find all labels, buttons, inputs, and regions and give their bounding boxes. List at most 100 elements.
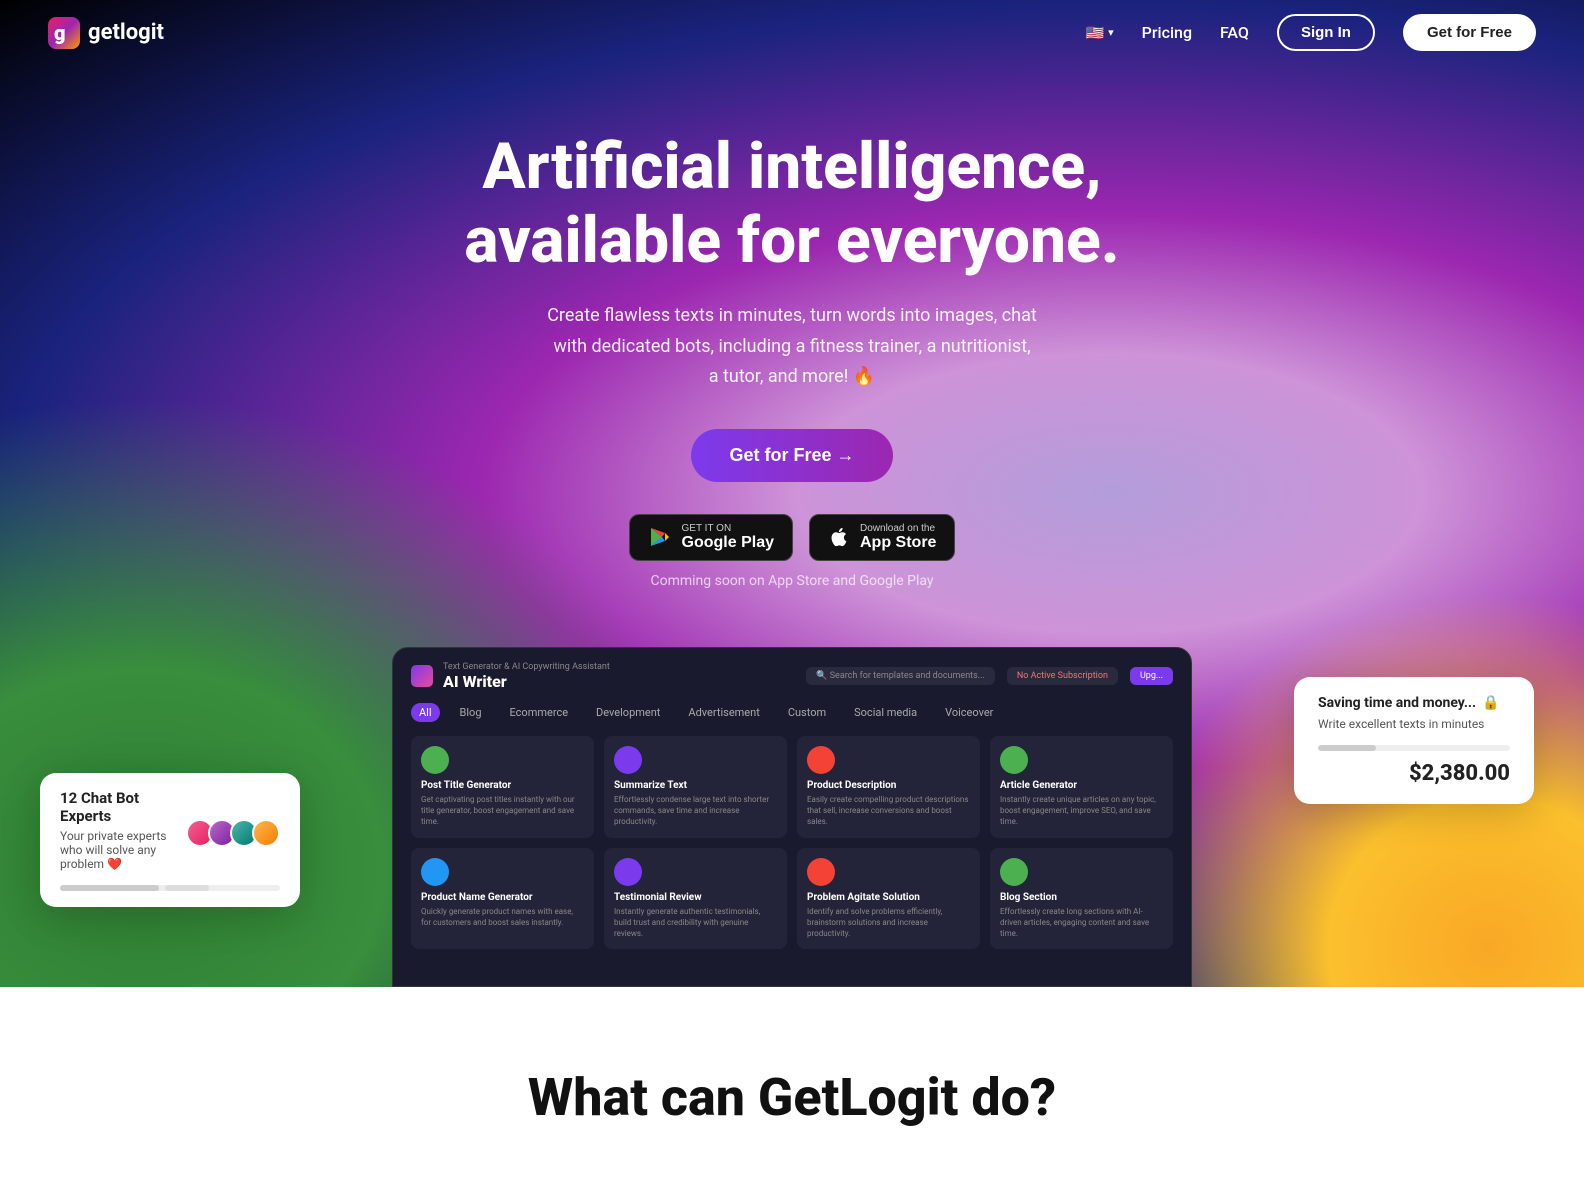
- app-screenshot-inner: Text Generator & AI Copywriting Assistan…: [393, 648, 1191, 963]
- card-icon-blog-section: [1000, 858, 1028, 886]
- google-play-sub: GET IT ON: [682, 523, 774, 534]
- floating-left-title: 12 Chat Bot Experts: [60, 789, 186, 825]
- floating-card-savings: Saving time and money... 🔒 Write excelle…: [1294, 677, 1534, 804]
- card-title-testimonial: Testimonial Review: [614, 892, 777, 903]
- app-store-button[interactable]: Download on the App Store: [809, 514, 955, 561]
- tab-blog[interactable]: Blog: [452, 703, 490, 722]
- card-testimonial[interactable]: Testimonial Review Instantly generate au…: [604, 848, 787, 950]
- card-desc-summarize: Effortlessly condense large text into sh…: [614, 794, 777, 828]
- tab-voiceover[interactable]: Voiceover: [937, 703, 1001, 722]
- floating-left-subtitle: Your private experts who will solve any …: [60, 829, 186, 871]
- card-title-product-name: Product Name Generator: [421, 892, 584, 903]
- floating-progress2-bar2: [165, 885, 209, 891]
- flag-emoji: 🇺🇸: [1085, 24, 1104, 42]
- floating-card-subtitle: Write excellent texts in minutes: [1318, 717, 1510, 731]
- card-icon-problem: [807, 858, 835, 886]
- logo-text: getlogit: [88, 20, 164, 45]
- card-desc-testimonial: Instantly generate authentic testimonial…: [614, 906, 777, 940]
- store-buttons: GET IT ON Google Play Download on the Ap…: [464, 514, 1119, 561]
- getfree-button[interactable]: Get for Free: [1403, 14, 1536, 51]
- what-section: What can GetLogit do?: [0, 987, 1584, 1188]
- app-logo-small: [411, 665, 433, 687]
- tab-advertisement[interactable]: Advertisement: [680, 703, 767, 722]
- subscription-badge: No Active Subscription: [1007, 667, 1118, 685]
- card-article[interactable]: Article Generator Instantly create uniqu…: [990, 736, 1173, 838]
- apple-icon: [828, 526, 850, 548]
- card-product-desc[interactable]: Product Description Easily create compel…: [797, 736, 980, 838]
- floating-card-title: Saving time and money... 🔒: [1318, 695, 1510, 711]
- card-icon-post-title: [421, 746, 449, 774]
- card-post-title[interactable]: Post Title Generator Get captivating pos…: [411, 736, 594, 838]
- card-blog-section[interactable]: Blog Section Effortlessly create long se…: [990, 848, 1173, 950]
- lock-icon: 🔒: [1482, 695, 1499, 711]
- hero-content: Artificial intelligence, available for e…: [464, 130, 1119, 589]
- hero-subtitle: Create flawless texts in minutes, turn w…: [464, 301, 1119, 393]
- card-desc-article: Instantly create unique articles on any …: [1000, 794, 1163, 828]
- tab-social[interactable]: Social media: [846, 703, 925, 722]
- logo-link[interactable]: g getlogit: [48, 17, 164, 49]
- google-play-name: Google Play: [682, 534, 774, 552]
- tab-ecommerce[interactable]: Ecommerce: [502, 703, 577, 722]
- card-icon-article: [1000, 746, 1028, 774]
- hero-title-line2: available for everyone.: [464, 203, 1119, 278]
- pricing-link[interactable]: Pricing: [1142, 23, 1192, 42]
- app-screenshot: Text Generator & AI Copywriting Assistan…: [392, 647, 1192, 987]
- app-sub-label: Text Generator & AI Copywriting Assistan…: [443, 662, 610, 672]
- app-store-sub: Download on the: [860, 523, 936, 534]
- card-desc-product-name: Quickly generate product names with ease…: [421, 906, 584, 928]
- search-bar[interactable]: 🔍 Search for templates and documents...: [806, 667, 995, 685]
- card-title-problem: Problem Agitate Solution: [807, 892, 970, 903]
- google-play-text: GET IT ON Google Play: [682, 523, 774, 552]
- app-tabs: All Blog Ecommerce Development Advertise…: [411, 703, 1173, 722]
- floating-progress2: [60, 885, 280, 891]
- card-title-post-title: Post Title Generator: [421, 780, 584, 791]
- floating-price: $2,380.00: [1318, 761, 1510, 786]
- card-title-product-desc: Product Description: [807, 780, 970, 791]
- what-title: What can GetLogit do?: [48, 1067, 1536, 1128]
- logo-icon: g: [48, 17, 80, 49]
- card-product-name[interactable]: Product Name Generator Quickly generate …: [411, 848, 594, 950]
- tab-custom[interactable]: Custom: [780, 703, 834, 722]
- upgrade-btn[interactable]: Upg...: [1130, 667, 1173, 685]
- app-store-text: Download on the App Store: [860, 523, 936, 552]
- card-problem[interactable]: Problem Agitate Solution Identify and so…: [797, 848, 980, 950]
- card-desc-problem: Identify and solve problems efficiently,…: [807, 906, 970, 940]
- card-icon-product-name: [421, 858, 449, 886]
- floating-title-text: Saving time and money...: [1318, 695, 1476, 711]
- nav-right: 🇺🇸 ▾ Pricing FAQ Sign In Get for Free: [1085, 14, 1536, 51]
- google-play-button[interactable]: GET IT ON Google Play: [629, 514, 793, 561]
- floating-progress2-bar1: [60, 885, 159, 891]
- floating-card-chatbots: 12 Chat Bot Experts Your private experts…: [40, 773, 300, 907]
- google-play-icon: [648, 525, 672, 549]
- floating-progress-bar: [1318, 745, 1376, 751]
- card-desc-post-title: Get captivating post titles instantly wi…: [421, 794, 584, 828]
- faq-link[interactable]: FAQ: [1220, 23, 1249, 42]
- hero-cta-button[interactable]: Get for Free →: [691, 429, 892, 482]
- coming-soon-text: Comming soon on App Store and Google Pla…: [464, 573, 1119, 589]
- card-title-article: Article Generator: [1000, 780, 1163, 791]
- avatar-4: [252, 819, 280, 847]
- card-title-summarize: Summarize Text: [614, 780, 777, 791]
- floating-progress-bar-container: [1318, 745, 1510, 751]
- hero-title-line1: Artificial intelligence,: [482, 129, 1101, 204]
- tab-development[interactable]: Development: [588, 703, 668, 722]
- card-icon-product-desc: [807, 746, 835, 774]
- chevron-down-icon: ▾: [1108, 26, 1114, 39]
- hero-subtitle-end: a tutor, and more! 🔥: [709, 366, 875, 387]
- card-summarize[interactable]: Summarize Text Effortlessly condense lar…: [604, 736, 787, 838]
- language-selector[interactable]: 🇺🇸 ▾: [1085, 24, 1113, 42]
- card-desc-product-desc: Easily create compelling product descrip…: [807, 794, 970, 828]
- hero-screenshot-area: Saving time and money... 🔒 Write excelle…: [0, 637, 1584, 987]
- tab-all[interactable]: All: [411, 703, 440, 722]
- svg-text:g: g: [54, 21, 66, 45]
- card-icon-summarize: [614, 746, 642, 774]
- hero-section: Artificial intelligence, available for e…: [0, 0, 1584, 987]
- card-desc-blog-section: Effortlessly create long sections with A…: [1000, 906, 1163, 940]
- avatar-group: [186, 819, 280, 847]
- hero-title: Artificial intelligence, available for e…: [464, 130, 1119, 277]
- app-title-label: AI Writer: [443, 672, 610, 691]
- card-title-blog-section: Blog Section: [1000, 892, 1163, 903]
- app-header: Text Generator & AI Copywriting Assistan…: [411, 662, 1173, 691]
- signin-button[interactable]: Sign In: [1277, 14, 1375, 51]
- app-store-name: App Store: [860, 534, 936, 552]
